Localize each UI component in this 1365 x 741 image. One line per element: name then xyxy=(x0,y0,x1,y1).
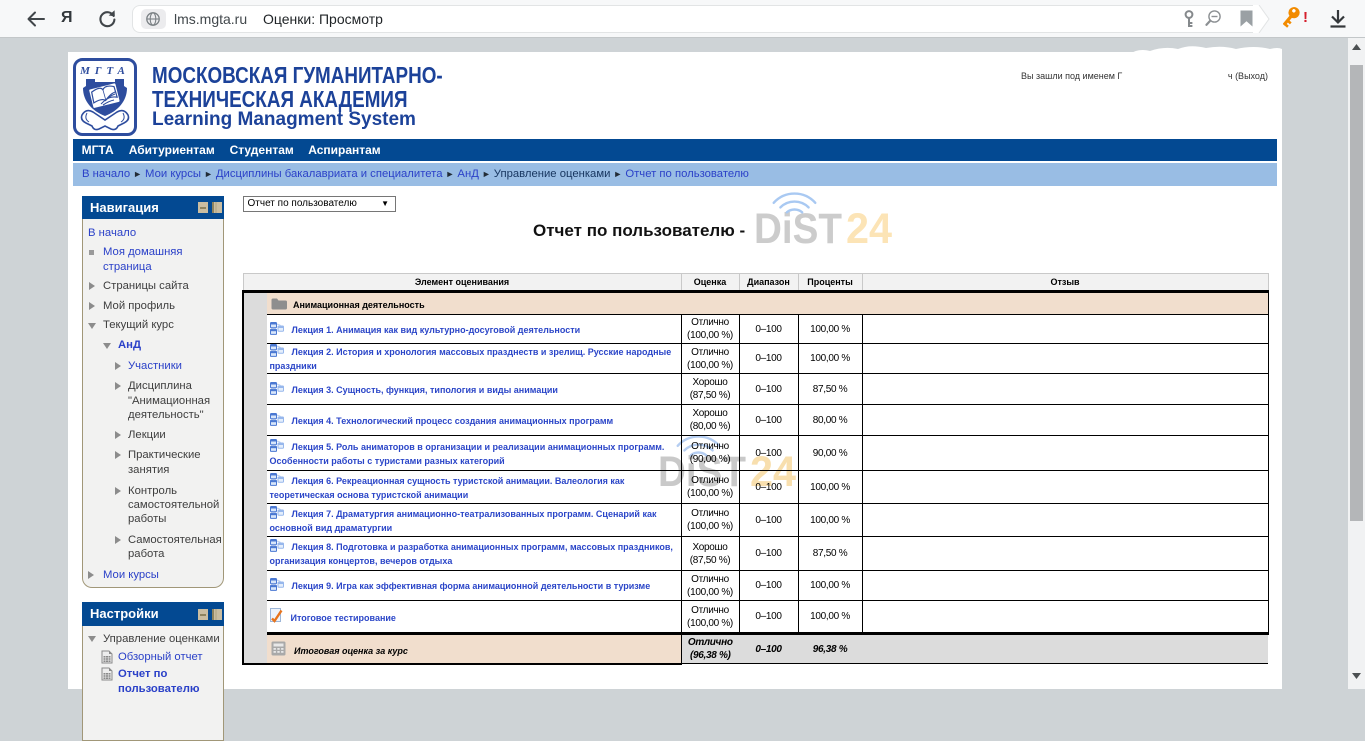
svg-text:24: 24 xyxy=(846,205,892,253)
svg-text:DiST: DiST xyxy=(754,205,842,253)
svg-text:!: ! xyxy=(1303,9,1308,26)
svg-text:МГТА: МГТА xyxy=(79,65,130,77)
